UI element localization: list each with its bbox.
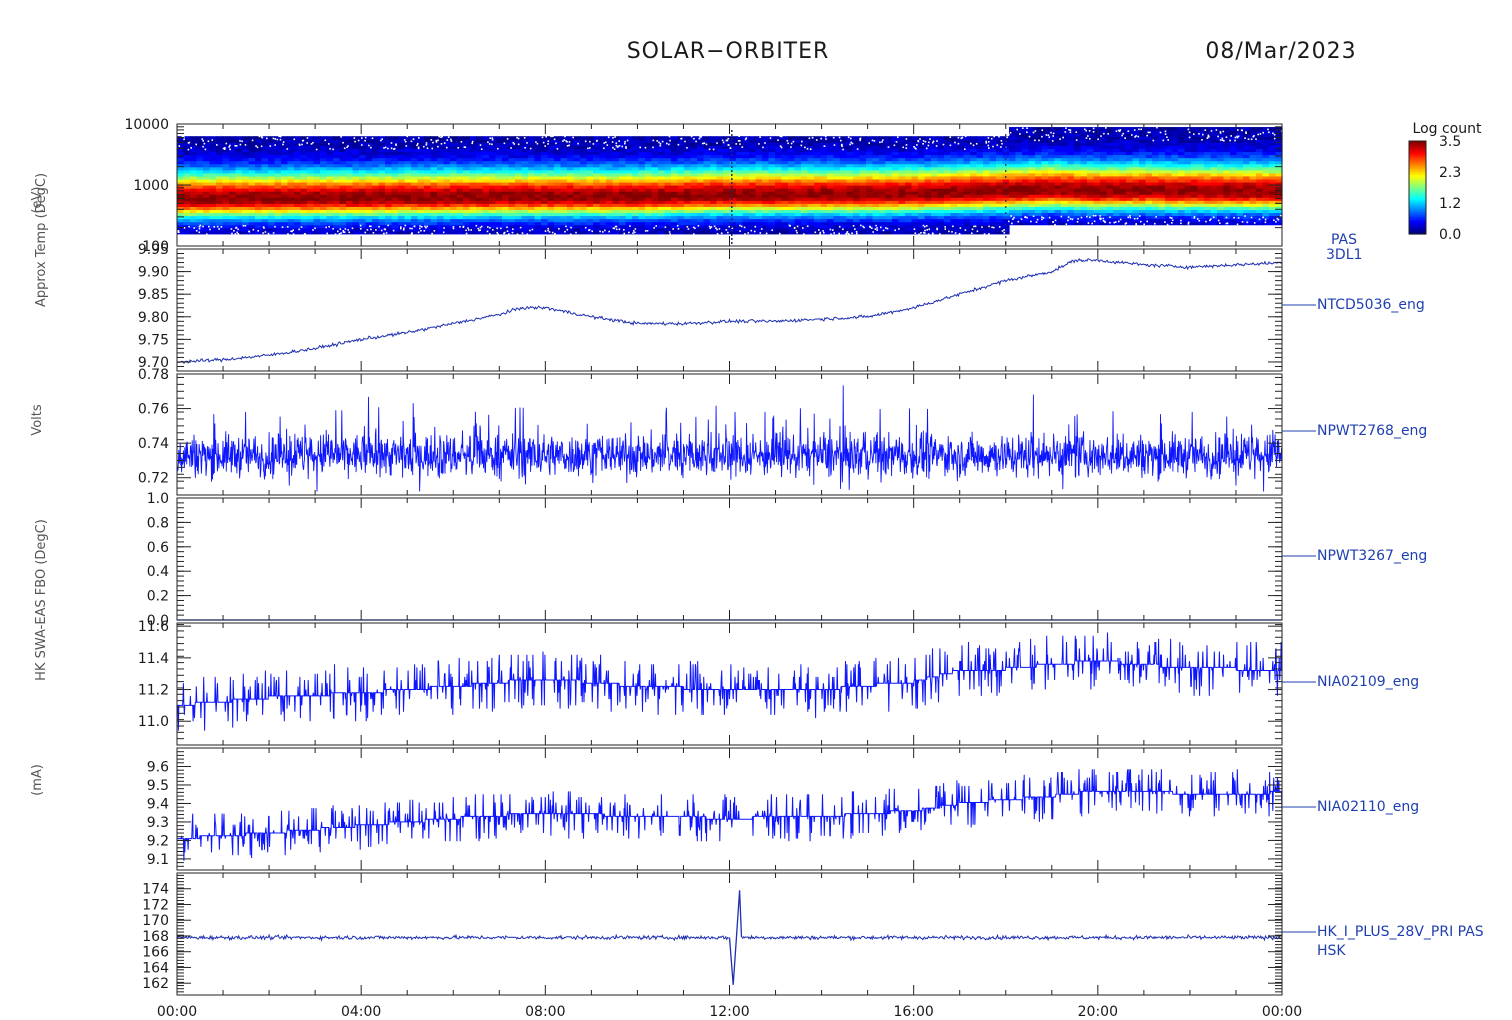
spectrogram-cell <box>625 136 633 140</box>
spectrogram-cell <box>1165 127 1173 131</box>
spectrogram-cell <box>664 136 672 140</box>
spectrogram-cell <box>801 136 809 140</box>
spectrogram-cell <box>1093 127 1101 131</box>
spectrogram-cell <box>456 136 464 140</box>
spectrogram-cell <box>469 136 477 140</box>
spectrogram-cell <box>222 136 230 140</box>
spectrogram-cell <box>1028 127 1036 131</box>
spectrogram-cell <box>1126 127 1134 131</box>
spectrogram-cell <box>573 136 581 140</box>
spectrogram-cell <box>762 136 770 140</box>
spectrogram-cell <box>385 136 393 140</box>
spectrogram-cell <box>1152 127 1160 131</box>
spectrogram-cell <box>463 136 471 140</box>
spectrogram-cell <box>671 136 679 140</box>
spectrogram-cell <box>963 136 971 140</box>
spectrogram-cell <box>840 136 848 140</box>
spectrogram-cell <box>898 136 906 140</box>
spectrogram-cell <box>658 136 666 140</box>
spectrogram-cell <box>950 136 958 140</box>
spectrogram-cell <box>749 136 757 140</box>
spectrogram-cell <box>248 136 256 140</box>
spectrogram-cell <box>853 136 861 140</box>
spectrogram-layer <box>177 126 1283 246</box>
spectrogram-cell <box>814 136 822 140</box>
spectrogram-cell <box>768 136 776 140</box>
spectrogram-cell <box>1002 136 1010 140</box>
spectrogram-cell <box>352 136 360 140</box>
spectrogram-cell <box>235 136 243 140</box>
spectrogram-cell <box>1009 127 1017 131</box>
spectrogram-cell <box>632 136 640 140</box>
spectrogram-cell <box>703 136 711 140</box>
spectrogram-cell <box>970 136 978 140</box>
spectrogram-cell <box>710 136 718 140</box>
spectrogram-cell <box>320 136 328 140</box>
spectrogram-cell <box>365 136 373 140</box>
spectrogram-cell <box>586 136 594 140</box>
spectrogram-cell <box>391 136 399 140</box>
spectrogram-cell <box>190 136 198 140</box>
spectrogram-cell <box>866 136 874 140</box>
spectrogram-cell <box>781 136 789 140</box>
spectrogram-cell <box>1171 127 1179 131</box>
spectrogram-cell <box>404 136 412 140</box>
spectrogram-cell <box>1074 127 1082 131</box>
spectrogram-cell <box>931 136 939 140</box>
spectrogram-cell <box>281 136 289 140</box>
spectrogram-cell <box>1178 127 1186 131</box>
spectrogram-cell <box>203 136 211 140</box>
spectrogram-cell <box>807 136 815 140</box>
spectrogram-cell <box>872 136 880 140</box>
spectrogram-cell <box>346 136 354 140</box>
spectrogram-cell <box>911 136 919 140</box>
spectrogram-cell <box>788 136 796 140</box>
spectrogram-cell <box>424 136 432 140</box>
spectrogram-cell <box>1158 127 1166 131</box>
spectrogram-cell <box>989 136 997 140</box>
spectrogram-cell <box>976 136 984 140</box>
spectrogram-cell <box>619 136 627 140</box>
spectrogram-cell <box>300 136 308 140</box>
spectrogram-cell <box>885 136 893 140</box>
spectrogram-cell <box>229 136 237 140</box>
spectrogram-cell <box>645 136 653 140</box>
spectrogram-cell <box>580 136 588 140</box>
spectrogram-cell <box>216 136 224 140</box>
spectrogram-cell <box>684 136 692 140</box>
stacked-time-series-figure: SOLAR−ORBITER 08/Mar/2023 1000010001009.… <box>30 39 1484 1020</box>
spectrogram-cell <box>242 136 250 140</box>
spectrogram-cell <box>638 136 646 140</box>
spectrogram-cell <box>755 136 763 140</box>
spectrogram-cell <box>495 136 503 140</box>
spectrogram-cell <box>1035 127 1043 131</box>
spectrogram-cell <box>411 136 419 140</box>
figure-date: 08/Mar/2023 <box>1205 39 1356 64</box>
spectrogram-cell <box>1145 127 1153 131</box>
spectrogram-cell <box>1139 127 1147 131</box>
spectrogram-cell <box>729 136 737 140</box>
spectrogram-cell <box>326 136 334 140</box>
spectrogram-cell <box>313 136 321 140</box>
spectrogram-cell <box>716 136 724 140</box>
spectrogram-cell <box>606 136 614 140</box>
spectrogram-cell <box>937 136 945 140</box>
spectrogram-cell <box>593 136 601 140</box>
spectrogram-cell <box>333 136 341 140</box>
spectrogram-cell <box>476 136 484 140</box>
spectrogram-cell <box>482 136 490 140</box>
spectrogram-cell <box>1061 127 1069 131</box>
figure-title: SOLAR−ORBITER <box>627 39 830 64</box>
spectrogram-cell <box>528 136 536 140</box>
spectrogram-cell <box>599 136 607 140</box>
spectrogram-cell <box>1054 127 1062 131</box>
spectrogram-cell <box>918 136 926 140</box>
spectrogram-cell <box>794 136 802 140</box>
spectrogram-cell <box>508 136 516 140</box>
spectrogram-cell <box>651 136 659 140</box>
spectrogram-cell <box>1106 127 1114 131</box>
spectrogram-cell <box>534 136 542 140</box>
